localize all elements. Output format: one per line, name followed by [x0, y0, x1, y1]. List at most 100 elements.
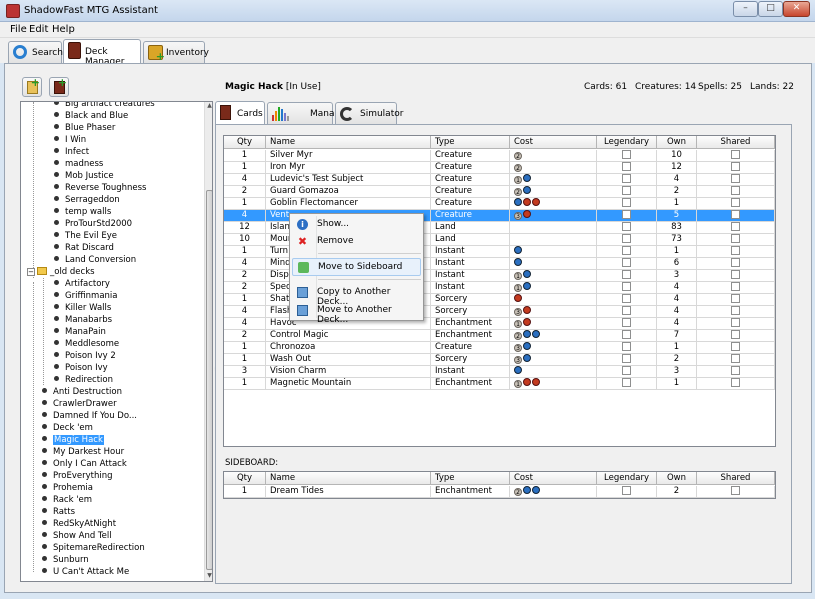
- close-button[interactable]: ✕: [783, 1, 810, 17]
- table-row[interactable]: 1 Goblin Flectomancer Creature 1: [224, 198, 775, 210]
- legendary-checkbox[interactable]: [622, 366, 631, 375]
- tree-deck-item[interactable]: CrawlerDrawer: [42, 399, 117, 411]
- shared-checkbox[interactable]: [731, 234, 740, 243]
- shared-checkbox[interactable]: [731, 222, 740, 231]
- legendary-checkbox[interactable]: [622, 162, 631, 171]
- column-header-cost[interactable]: Cost: [510, 136, 597, 149]
- tree-deck-item[interactable]: Big artifact creatures: [54, 102, 155, 111]
- table-row[interactable]: 4 Ludevic's Test Subject Creature 1 4: [224, 174, 775, 186]
- column-header-shared[interactable]: Shared: [697, 472, 775, 485]
- menu-help[interactable]: Help: [52, 24, 75, 35]
- column-header-own[interactable]: Own: [657, 136, 697, 149]
- tab-simulator[interactable]: Simulator: [335, 102, 403, 124]
- shared-checkbox[interactable]: [731, 270, 740, 279]
- new-folder-button[interactable]: +: [22, 76, 42, 97]
- tree-deck-item[interactable]: Reverse Toughness: [54, 183, 146, 195]
- tab-mana[interactable]: Mana: [267, 102, 335, 124]
- shared-checkbox[interactable]: [731, 198, 740, 207]
- tree-deck-item[interactable]: I Win: [54, 135, 86, 147]
- table-row[interactable]: 3 Vision Charm Instant 3: [224, 366, 775, 378]
- deck-tree[interactable]: ▲ ▼ Big artifact creatures Black and Blue…: [20, 101, 213, 582]
- shared-checkbox[interactable]: [731, 330, 740, 339]
- tree-scrollbar[interactable]: ▲ ▼: [204, 102, 212, 581]
- tree-deck-item[interactable]: Manabarbs: [54, 315, 112, 327]
- table-row[interactable]: 1 Iron Myr Creature 2 12: [224, 162, 775, 174]
- tree-deck-item[interactable]: Damned If You Do...: [42, 411, 137, 423]
- tree-deck-item[interactable]: Meddlesome: [54, 339, 119, 351]
- legendary-checkbox[interactable]: [622, 294, 631, 303]
- collapse-toggle-icon[interactable]: −: [27, 268, 35, 276]
- tree-deck-item[interactable]: madness: [54, 159, 103, 171]
- legendary-checkbox[interactable]: [622, 318, 631, 327]
- tree-deck-item[interactable]: SpitemareRedirection: [42, 543, 145, 555]
- tree-deck-item[interactable]: Only I Can Attack: [42, 459, 127, 471]
- column-header-name[interactable]: Name: [266, 472, 431, 485]
- legendary-checkbox[interactable]: [622, 378, 631, 387]
- shared-checkbox[interactable]: [731, 150, 740, 159]
- table-row[interactable]: 1 Wash Out Sorcery 3 2: [224, 354, 775, 366]
- context-menu-item[interactable]: Move to Sideboard: [292, 258, 421, 276]
- table-row[interactable]: 2 Guard Gomazoa Creature 2 2: [224, 186, 775, 198]
- tree-deck-item[interactable]: Show And Tell: [42, 531, 112, 543]
- tree-deck-item[interactable]: U Can't Attack Me: [42, 567, 129, 579]
- minimize-button[interactable]: –: [733, 1, 758, 17]
- legendary-checkbox[interactable]: [622, 174, 631, 183]
- shared-checkbox[interactable]: [731, 306, 740, 315]
- shared-checkbox[interactable]: [731, 174, 740, 183]
- tree-deck-item[interactable]: Rack 'em: [42, 495, 92, 507]
- legendary-checkbox[interactable]: [622, 234, 631, 243]
- shared-checkbox[interactable]: [731, 258, 740, 267]
- tab-cards[interactable]: Cards: [215, 101, 265, 125]
- tree-deck-item[interactable]: Artifactory: [54, 279, 110, 291]
- tree-deck-item[interactable]: RedSkyAtNight: [42, 519, 116, 531]
- legendary-checkbox[interactable]: [622, 270, 631, 279]
- shared-checkbox[interactable]: [731, 294, 740, 303]
- tree-deck-item[interactable]: Poison Ivy 2: [54, 351, 116, 363]
- tab-inventory[interactable]: Inventory: [143, 41, 209, 63]
- legendary-checkbox[interactable]: [622, 246, 631, 255]
- tree-deck-item[interactable]: Poison Ivy: [54, 363, 108, 375]
- column-header-qty[interactable]: Qty: [224, 472, 266, 485]
- tree-deck-item[interactable]: ManaPain: [54, 327, 106, 339]
- maximize-button[interactable]: □: [758, 1, 783, 17]
- shared-checkbox[interactable]: [731, 378, 740, 387]
- context-menu-item[interactable]: ✖ Remove: [292, 233, 421, 251]
- tree-deck-item[interactable]: Anti Destruction: [42, 387, 122, 399]
- tree-deck-item[interactable]: Magic Hack: [42, 435, 104, 447]
- legendary-checkbox[interactable]: [622, 282, 631, 291]
- shared-checkbox[interactable]: [731, 366, 740, 375]
- tab-deck-manager[interactable]: Deck Manager: [63, 39, 141, 67]
- legendary-checkbox[interactable]: [622, 342, 631, 351]
- tree-deck-item[interactable]: Ratts: [42, 507, 75, 519]
- column-header-name[interactable]: Name: [266, 136, 431, 149]
- tree-deck-item[interactable]: My Darkest Hour: [42, 447, 124, 459]
- table-row[interactable]: 1 Chronozoa Creature 3 1: [224, 342, 775, 354]
- shared-checkbox[interactable]: [731, 246, 740, 255]
- legendary-checkbox[interactable]: [622, 306, 631, 315]
- shared-checkbox[interactable]: [731, 186, 740, 195]
- shared-checkbox[interactable]: [731, 210, 740, 219]
- column-header-type[interactable]: Type: [431, 136, 510, 149]
- tree-deck-item[interactable]: Sunburn: [42, 555, 89, 567]
- tab-search[interactable]: Search: [8, 41, 63, 63]
- column-header-shared[interactable]: Shared: [697, 136, 775, 149]
- context-menu-item[interactable]: i Show...: [292, 216, 421, 234]
- legendary-checkbox[interactable]: [622, 330, 631, 339]
- table-row[interactable]: 1 Silver Myr Creature 2 10: [224, 150, 775, 162]
- tree-deck-item[interactable]: temp walls: [54, 207, 111, 219]
- table-row[interactable]: 1 Dream Tides Enchantment 2 2: [224, 486, 775, 498]
- tree-folder[interactable]: − _old decks: [27, 267, 95, 279]
- legendary-checkbox[interactable]: [622, 354, 631, 363]
- shared-checkbox[interactable]: [731, 162, 740, 171]
- legendary-checkbox[interactable]: [622, 210, 631, 219]
- tree-deck-item[interactable]: Deck 'em: [42, 423, 93, 435]
- table-row[interactable]: 2 Control Magic Enchantment 2 7: [224, 330, 775, 342]
- column-header-own[interactable]: Own: [657, 472, 697, 485]
- tree-deck-item[interactable]: ProTourStd2000: [54, 219, 132, 231]
- tree-deck-item[interactable]: ProEverything: [42, 471, 113, 483]
- column-header-cost[interactable]: Cost: [510, 472, 597, 485]
- legendary-checkbox[interactable]: [622, 258, 631, 267]
- shared-checkbox[interactable]: [731, 342, 740, 351]
- tree-deck-item[interactable]: Serrageddon: [54, 195, 120, 207]
- legendary-checkbox[interactable]: [622, 150, 631, 159]
